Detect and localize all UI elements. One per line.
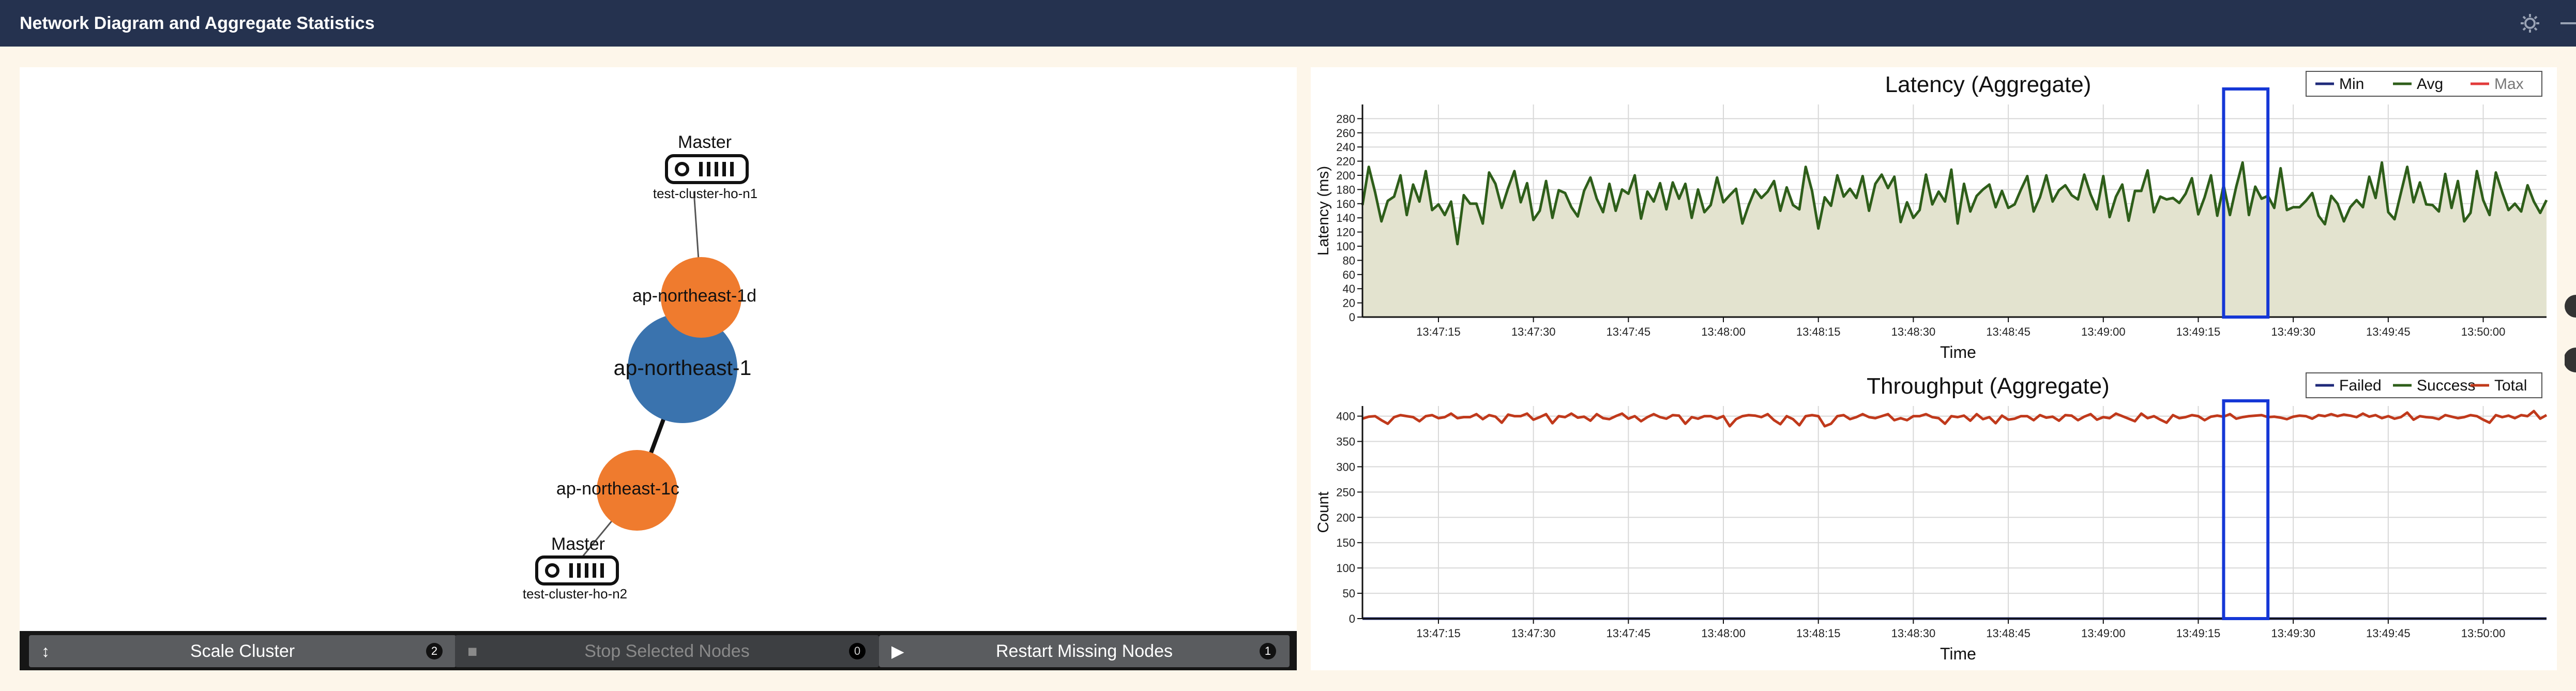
x-tick-label: 13:47:45 — [1607, 627, 1651, 640]
chart-title: Throughput (Aggregate) — [1867, 373, 2110, 399]
y-tick-label: 280 — [1336, 112, 1355, 125]
y-tick-label: 100 — [1336, 240, 1355, 253]
zone-node-label: ap-northeast-1d — [632, 286, 756, 306]
x-tick-label: 13:47:15 — [1416, 325, 1461, 338]
network-diagram-panel: ap-northeast-1 ap-northeast-1d ap-northe… — [20, 67, 1297, 670]
y-tick-label: 350 — [1336, 435, 1355, 448]
x-tick-label: 13:49:45 — [2366, 627, 2411, 640]
server-icon[interactable] — [665, 154, 749, 184]
x-tick-label: 13:48:15 — [1796, 325, 1841, 338]
x-tick-label: 13:49:00 — [2081, 325, 2126, 338]
x-tick-label: 13:48:45 — [1986, 325, 2031, 338]
cluster-controls: ↕ Scale Cluster 2 ■ Stop Selected Nodes … — [20, 631, 1297, 670]
zone-node-label: ap-northeast-1c — [556, 479, 679, 499]
scale-cluster-label: Scale Cluster — [190, 641, 295, 661]
y-tick-label: 200 — [1336, 511, 1355, 524]
chart-title: Latency (Aggregate) — [1885, 72, 2092, 97]
y-tick-label: 40 — [1343, 282, 1355, 295]
restart-missing-nodes-label: Restart Missing Nodes — [995, 641, 1173, 661]
chart-legend: Min Avg Max — [2306, 71, 2542, 97]
stop-selected-nodes-button[interactable]: ■ Stop Selected Nodes 0 — [455, 635, 879, 667]
statistics-panel: 0 20 40 60 80 100 120 140 160 180 200 220 240 260 280 1… — [1311, 67, 2557, 670]
chart-legend: Failed Success Total — [2306, 372, 2542, 398]
host-name-label: test-cluster-ho-n1 — [653, 186, 757, 201]
gear-icon[interactable] — [2518, 11, 2542, 35]
y-tick-label: 240 — [1336, 141, 1355, 154]
x-tick-label: 13:47:15 — [1416, 627, 1461, 640]
legend-item[interactable]: Total — [2494, 377, 2527, 394]
minus-icon[interactable] — [2559, 11, 2576, 35]
y-tick-label: 260 — [1336, 127, 1355, 140]
x-tick-label: 13:49:45 — [2366, 325, 2411, 338]
x-tick-label: 13:48:00 — [1701, 325, 1746, 338]
x-axis-label: Time — [1940, 343, 1976, 362]
x-tick-label: 13:48:45 — [1986, 627, 2031, 640]
x-axis-label: Time — [1940, 644, 1976, 663]
x-tick-label: 13:49:30 — [2271, 325, 2315, 338]
stop-selected-nodes-label: Stop Selected Nodes — [584, 641, 750, 661]
x-tick-label: 13:49:30 — [2271, 627, 2315, 640]
x-tick-label: 13:49:15 — [2176, 627, 2221, 640]
app-title: Network Diagram and Aggregate Statistics — [20, 13, 375, 33]
y-tick-label: 0 — [1349, 612, 1355, 625]
y-axis-label: Count — [1315, 491, 1332, 533]
stop-selected-nodes-badge: 0 — [849, 643, 866, 659]
x-tick-label: 13:50:00 — [2461, 627, 2506, 640]
legend-item[interactable]: Max — [2494, 76, 2524, 93]
scale-cluster-badge: 2 — [426, 643, 443, 659]
y-tick-label: 300 — [1336, 460, 1355, 473]
latency-chart: 020 406080100120 140160 180200220240260 280 1… — [1315, 71, 2548, 362]
server-icon[interactable] — [535, 555, 619, 585]
y-tick-label: 250 — [1336, 486, 1355, 499]
y-tick-label: 180 — [1336, 183, 1355, 196]
host-role-label: Master — [551, 534, 605, 554]
y-tick-label: 50 — [1343, 587, 1355, 600]
x-tick-label: 13:50:00 — [2461, 325, 2506, 338]
x-tick-label: 13:48:00 — [1701, 627, 1746, 640]
host-name-label: test-cluster-ho-n2 — [523, 586, 627, 602]
y-tick-label: 0 — [1349, 311, 1355, 324]
restart-missing-nodes-badge: 1 — [1260, 643, 1276, 659]
y-tick-label: 400 — [1336, 410, 1355, 423]
x-tick-label: 13:48:15 — [1796, 627, 1841, 640]
title-bar: Network Diagram and Aggregate Statistics — [0, 0, 2576, 47]
throughput-chart: 0 50 100 150 200 250 300 350 400 13:47:15 13:47:30… — [1315, 372, 2548, 663]
x-tick-label: 13:48:30 — [1891, 627, 1936, 640]
y-tick-label: 220 — [1336, 155, 1355, 168]
restart-missing-nodes-button[interactable]: ▶ Restart Missing Nodes 1 — [879, 635, 1290, 667]
y-tick-label: 150 — [1336, 536, 1355, 549]
y-tick-label: 200 — [1336, 169, 1355, 182]
y-tick-label: 60 — [1343, 268, 1355, 281]
y-tick-label: 20 — [1343, 297, 1355, 310]
x-tick-label: 13:47:30 — [1511, 627, 1556, 640]
host-role-label: Master — [678, 132, 732, 152]
plot-area — [1362, 406, 2547, 619]
x-tick-label: 13:47:30 — [1511, 325, 1556, 338]
y-tick-label: 100 — [1336, 562, 1355, 575]
network-diagram: ap-northeast-1 ap-northeast-1d ap-northe… — [523, 132, 757, 602]
x-tick-label: 13:49:15 — [2176, 325, 2221, 338]
side-handle[interactable] — [2565, 295, 2576, 372]
y-tick-label: 120 — [1336, 226, 1355, 239]
region-node-label: ap-northeast-1 — [614, 356, 752, 380]
scale-cluster-button[interactable]: ↕ Scale Cluster 2 — [29, 635, 456, 667]
y-tick-label: 140 — [1336, 212, 1355, 224]
y-tick-label: 80 — [1343, 254, 1355, 267]
x-tick-label: 13:49:00 — [2081, 627, 2126, 640]
y-axis-label: Latency (ms) — [1315, 166, 1332, 256]
y-tick-label: 160 — [1336, 198, 1355, 211]
legend-item[interactable]: Avg — [2417, 76, 2443, 93]
legend-item[interactable]: Failed — [2339, 377, 2382, 394]
legend-item[interactable]: Min — [2339, 76, 2364, 93]
x-tick-label: 13:48:30 — [1891, 325, 1936, 338]
x-tick-label: 13:47:45 — [1607, 325, 1651, 338]
legend-item[interactable]: Success — [2417, 377, 2475, 394]
